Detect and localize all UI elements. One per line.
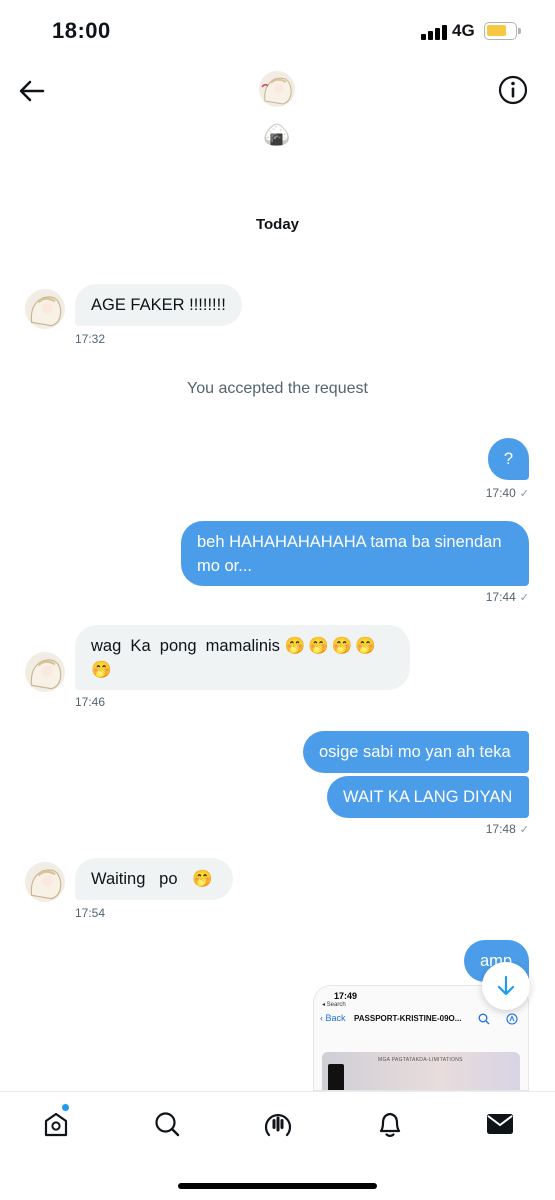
tab-home[interactable] bbox=[38, 1106, 74, 1142]
sender-avatar[interactable] bbox=[25, 862, 65, 902]
sent-check-icon: ✓ bbox=[519, 488, 529, 500]
avatar-image bbox=[259, 71, 295, 107]
home-icon bbox=[44, 1112, 68, 1137]
attachment-search-label: ◂ Search bbox=[322, 1002, 346, 1008]
message-bubble-outgoing[interactable]: ? bbox=[488, 438, 529, 480]
tab-messages[interactable] bbox=[482, 1106, 518, 1142]
day-divider: Today bbox=[255, 216, 300, 233]
timestamp-text: 17:44 bbox=[485, 590, 516, 604]
markup-icon bbox=[506, 1013, 518, 1025]
status-time: 18:00 bbox=[52, 18, 111, 43]
mail-icon bbox=[487, 1114, 513, 1134]
tab-notifications[interactable] bbox=[372, 1106, 408, 1142]
message-text: AGE FAKER !!!!!!!! bbox=[91, 296, 226, 314]
sent-check-icon: ✓ bbox=[519, 592, 529, 604]
timestamp-text: 17:40 bbox=[485, 486, 516, 500]
sender-avatar[interactable] bbox=[25, 289, 65, 329]
message-text-line: beh HAHAHAHAHAHA tama ba sinendan bbox=[197, 533, 502, 551]
arrow-down-icon bbox=[497, 975, 515, 996]
attachment-back-label: ‹ Back bbox=[320, 1013, 346, 1023]
message-bubble-incoming[interactable]: wag Ka pong mamalinis 🤭🤭🤭🤭 🤭 bbox=[75, 625, 410, 690]
message-bubble-incoming[interactable]: Waiting po 🤭 bbox=[75, 858, 233, 900]
battery-icon bbox=[484, 22, 521, 40]
message-timestamp: 17:44 ✓ bbox=[486, 590, 529, 604]
message-bubble-outgoing[interactable]: WAIT KA LANG DIYAN bbox=[327, 776, 529, 818]
message-timestamp: 17:40 ✓ bbox=[486, 486, 529, 500]
message-text-line: 🤭 bbox=[91, 661, 112, 679]
tab-search[interactable] bbox=[149, 1106, 185, 1142]
message-timestamp: 17:54 bbox=[75, 906, 106, 920]
attachment-status-time: 17:49 bbox=[334, 991, 358, 1001]
message-text-line: wag Ka pong mamalinis 🤭🤭🤭🤭 bbox=[91, 634, 394, 658]
message-timestamp: 17:46 bbox=[75, 695, 106, 709]
arrow-left-icon bbox=[19, 80, 45, 102]
message-bubble-outgoing[interactable]: osige sabi mo yan ah teka bbox=[303, 731, 529, 773]
network-label: 4G bbox=[452, 21, 475, 40]
sent-check-icon: ✓ bbox=[519, 824, 529, 836]
message-text: osige sabi mo yan ah teka bbox=[319, 743, 511, 761]
emoji: 🤭 bbox=[192, 870, 213, 888]
avatar-image bbox=[25, 289, 65, 329]
signal-icon bbox=[421, 24, 447, 40]
home-indicator bbox=[178, 1183, 377, 1189]
search-icon bbox=[478, 1013, 490, 1025]
info-icon bbox=[498, 75, 528, 105]
timestamp-text: 17:48 bbox=[485, 822, 516, 836]
conversation-info-button[interactable] bbox=[497, 74, 529, 106]
back-button[interactable] bbox=[16, 75, 48, 107]
search-icon bbox=[155, 1112, 180, 1137]
spaces-icon bbox=[264, 1113, 292, 1137]
message-text: Waiting po bbox=[91, 870, 178, 888]
header-name-emoji: 🍙 bbox=[263, 122, 291, 147]
emoji-run: 🤭🤭🤭🤭 bbox=[284, 637, 379, 655]
attachment-back-text: Back bbox=[325, 1013, 346, 1023]
message-text: wag Ka pong mamalinis bbox=[91, 637, 280, 655]
system-message: You accepted the request bbox=[187, 380, 368, 397]
attachment-title: PASSPORT-KRISTINE-09O... bbox=[354, 1014, 462, 1023]
notification-dot bbox=[61, 1103, 70, 1112]
status-bar: 18:00 4G bbox=[0, 0, 555, 60]
tab-spaces[interactable] bbox=[260, 1106, 296, 1142]
bell-icon bbox=[379, 1112, 401, 1138]
message-bubble-incoming[interactable]: AGE FAKER !!!!!!!! bbox=[75, 284, 242, 326]
scroll-to-bottom-button[interactable] bbox=[482, 962, 530, 1010]
attachment-nav-bar: ‹ Back PASSPORT-KRISTINE-09O... bbox=[314, 1010, 528, 1030]
message-bubble-outgoing[interactable]: beh HAHAHAHAHAHA tama ba sinendan mo or.… bbox=[181, 521, 529, 586]
avatar-image bbox=[25, 652, 65, 692]
conversation-header: 🍙 bbox=[0, 60, 555, 160]
attachment-document-preview: MGA PAGTATAKDA-LIMITATIONS bbox=[322, 1052, 520, 1090]
header-avatar[interactable] bbox=[259, 71, 295, 107]
document-photo bbox=[328, 1064, 344, 1090]
message-timestamp: 17:32 bbox=[75, 332, 106, 346]
sender-avatar[interactable] bbox=[25, 652, 65, 692]
message-text-line: mo or... bbox=[197, 557, 253, 575]
message-text: WAIT KA LANG DIYAN bbox=[343, 788, 513, 806]
avatar-image bbox=[25, 862, 65, 902]
message-text: ? bbox=[503, 450, 514, 468]
document-label: MGA PAGTATAKDA-LIMITATIONS bbox=[378, 1057, 463, 1063]
message-timestamp: 17:48 ✓ bbox=[486, 822, 529, 836]
